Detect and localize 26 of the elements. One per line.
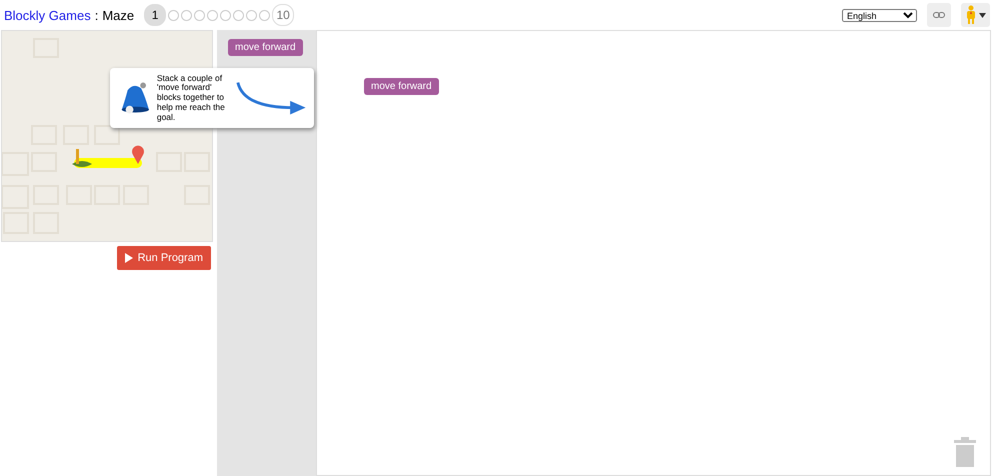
move-forward-block[interactable]: move forward — [364, 78, 439, 95]
avatar-menu-button[interactable] — [961, 3, 990, 27]
level-dot[interactable] — [181, 10, 192, 20]
pegman-icon — [965, 5, 977, 25]
level-dot[interactable] — [246, 10, 258, 20]
level-dot[interactable] — [220, 10, 232, 20]
hint-text: Stack a couple of 'move forward' blocks together to help me reach the goal. — [156, 74, 226, 122]
trash-icon[interactable] — [954, 437, 976, 467]
level-link[interactable]: 10 — [272, 4, 294, 26]
language-select[interactable]: English — [842, 8, 917, 22]
level-dot[interactable] — [233, 10, 244, 20]
game-title: Maze — [102, 8, 134, 22]
link-icon — [933, 12, 945, 18]
run-program-button[interactable]: Run Program — [116, 246, 211, 270]
title-separator: : — [94, 8, 98, 22]
level-dot[interactable] — [259, 10, 270, 20]
brand-link[interactable]: Blockly Games — [4, 8, 91, 22]
level-dot[interactable] — [168, 10, 180, 20]
caret-icon — [979, 12, 986, 18]
play-icon — [124, 253, 133, 263]
link-button[interactable] — [927, 3, 951, 27]
level-dot[interactable] — [207, 10, 218, 20]
level-link[interactable]: 1 — [144, 4, 166, 26]
move-forward-block[interactable]: move forward — [228, 39, 303, 56]
arrow-icon — [234, 80, 308, 116]
level-dot[interactable] — [194, 10, 206, 20]
